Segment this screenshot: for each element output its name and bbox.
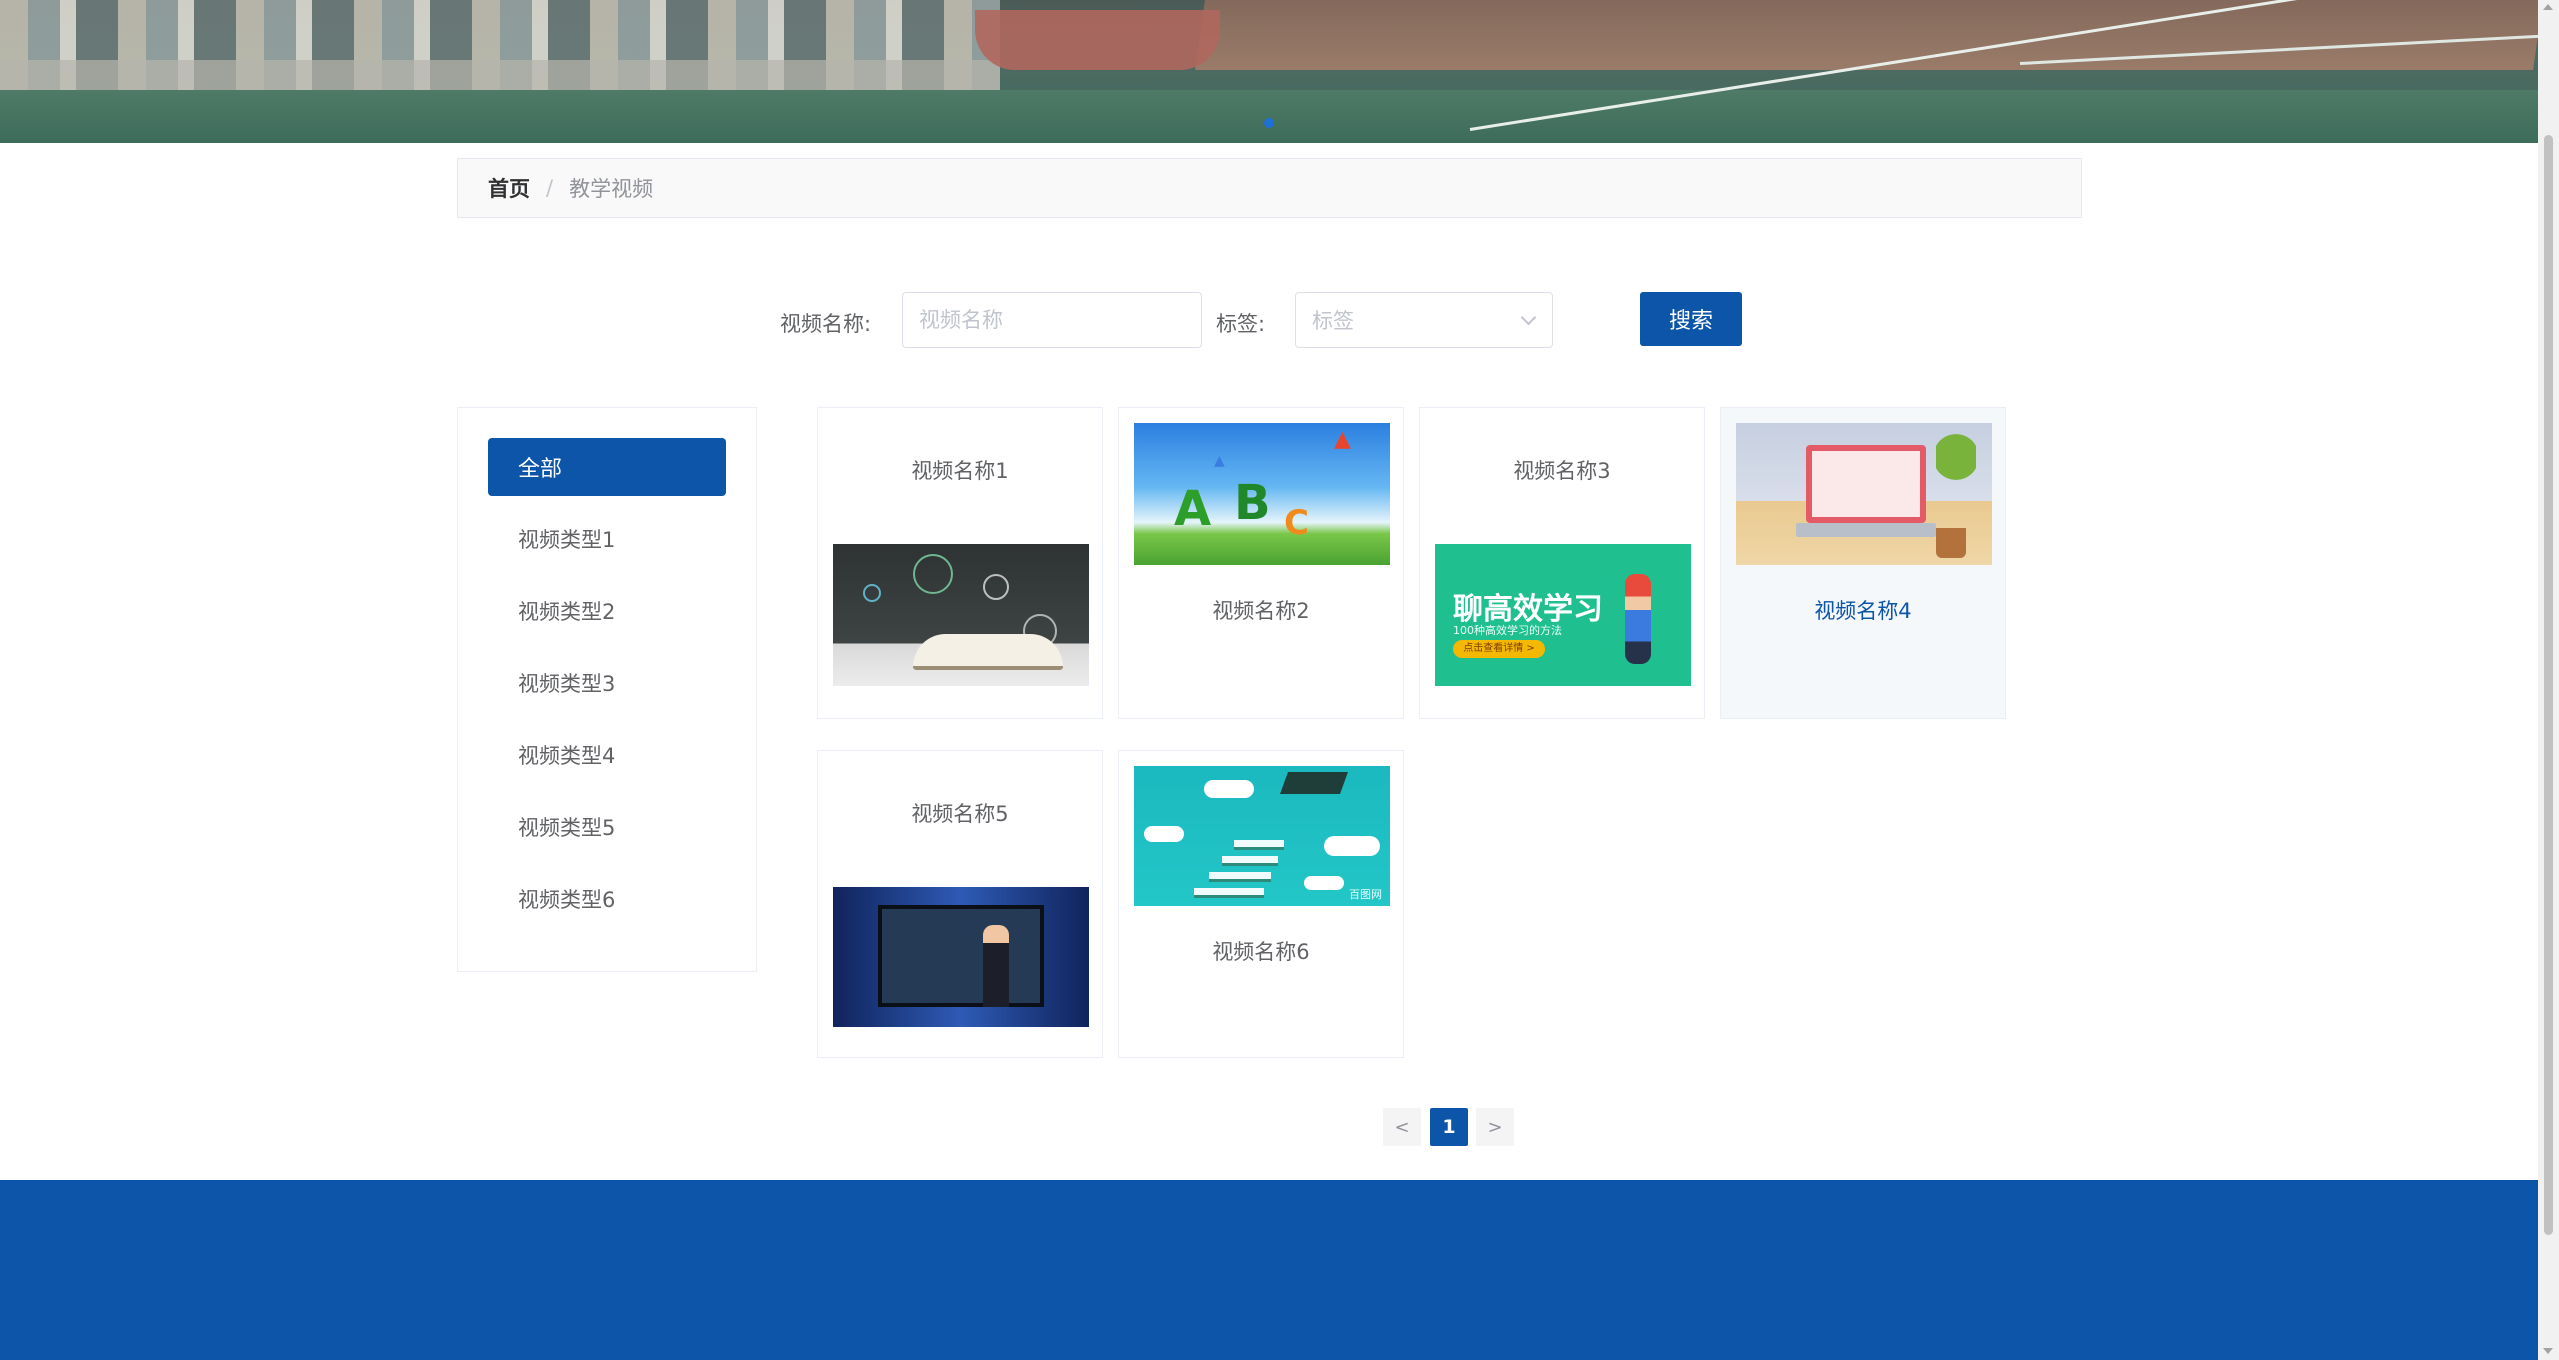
- page-scrollbar[interactable]: [2538, 0, 2559, 1360]
- video-name-label: 视频名称:: [780, 312, 872, 336]
- sidebar-item-label: 视频类型3: [518, 672, 616, 696]
- thumbnail-subtext: 100种高效学习的方法: [1453, 624, 1562, 637]
- sidebar-item-label: 全部: [518, 457, 563, 482]
- video-title[interactable]: 视频名称5: [818, 798, 1102, 828]
- page-footer: [0, 1180, 2538, 1360]
- sidebar-item-type5[interactable]: 视频类型5: [488, 798, 726, 856]
- sidebar-item-type1[interactable]: 视频类型1: [488, 510, 726, 568]
- video-thumbnail[interactable]: 百图网: [1134, 766, 1390, 906]
- video-title[interactable]: 视频名称4: [1721, 595, 2005, 625]
- video-name-input[interactable]: [902, 292, 1202, 348]
- breadcrumb: 首页 / 教学视频: [457, 158, 2082, 218]
- video-title[interactable]: 视频名称2: [1119, 595, 1403, 625]
- sidebar-item-type3[interactable]: 视频类型3: [488, 654, 726, 712]
- pagination: < 1 >: [0, 1108, 2559, 1146]
- sidebar-item-label: 视频类型2: [518, 600, 616, 624]
- sidebar-item-type6[interactable]: 视频类型6: [488, 870, 726, 928]
- scroll-up-icon[interactable]: [2543, 4, 2553, 10]
- breadcrumb-separator: /: [546, 176, 554, 200]
- thumbnail-cta: 点击查看详情 >: [1453, 640, 1545, 658]
- video-card[interactable]: 百图网 视频名称6: [1118, 750, 1404, 1058]
- sidebar-item-label: 视频类型1: [518, 528, 616, 552]
- tag-label: 标签:: [1216, 312, 1266, 336]
- scroll-down-icon[interactable]: [2543, 1348, 2553, 1354]
- sidebar-item-all[interactable]: 全部: [488, 438, 726, 496]
- banner-planter: [975, 10, 1220, 70]
- tag-select-placeholder: 标签: [1312, 309, 1354, 333]
- video-card[interactable]: 视频名称1: [817, 407, 1103, 719]
- video-thumbnail[interactable]: 聊高效学习 100种高效学习的方法 点击查看详情 >: [1435, 544, 1691, 686]
- video-card[interactable]: 视频名称3 聊高效学习 100种高效学习的方法 点击查看详情 >: [1419, 407, 1705, 719]
- sidebar-item-label: 视频类型5: [518, 816, 616, 840]
- video-thumbnail[interactable]: [1736, 423, 1992, 565]
- sidebar-item-type2[interactable]: 视频类型2: [488, 582, 726, 640]
- carousel-indicator-dot[interactable]: [1264, 118, 1274, 128]
- chevron-down-icon: [1520, 309, 1537, 326]
- search-button[interactable]: 搜索: [1640, 292, 1742, 346]
- prev-page-button[interactable]: <: [1383, 1108, 1421, 1146]
- video-thumbnail[interactable]: [833, 544, 1089, 686]
- tag-select[interactable]: 标签: [1295, 292, 1553, 348]
- hero-banner: [0, 0, 2538, 143]
- sidebar-item-label: 视频类型4: [518, 744, 616, 768]
- category-sidebar: 全部 视频类型1 视频类型2 视频类型3 视频类型4 视频类型5 视频类型6: [457, 407, 757, 972]
- video-title[interactable]: 视频名称1: [818, 455, 1102, 485]
- video-thumbnail[interactable]: [833, 887, 1089, 1027]
- video-card[interactable]: 视频名称4: [1720, 407, 2006, 719]
- video-card[interactable]: 视频名称5: [817, 750, 1103, 1058]
- video-title[interactable]: 视频名称6: [1119, 936, 1403, 966]
- video-title[interactable]: 视频名称3: [1420, 455, 1704, 485]
- video-thumbnail[interactable]: A B C ▲ ▲: [1134, 423, 1390, 565]
- banner-track: [1195, 0, 2538, 70]
- banner-ground: [0, 90, 2538, 143]
- sidebar-item-label: 视频类型6: [518, 888, 616, 912]
- breadcrumb-home-link[interactable]: 首页: [488, 173, 530, 203]
- video-card[interactable]: A B C ▲ ▲ 视频名称2: [1118, 407, 1404, 719]
- thumbnail-watermark: 百图网: [1349, 888, 1382, 901]
- search-bar: 视频名称: 标签: 标签 搜索: [0, 292, 2559, 348]
- breadcrumb-current: 教学视频: [569, 177, 654, 201]
- sidebar-item-type4[interactable]: 视频类型4: [488, 726, 726, 784]
- page-number-current[interactable]: 1: [1430, 1108, 1468, 1146]
- next-page-button[interactable]: >: [1476, 1108, 1514, 1146]
